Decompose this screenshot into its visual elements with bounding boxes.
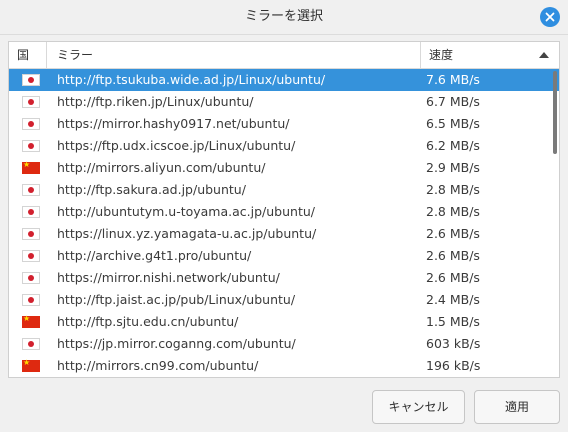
table-row[interactable]: http://ftp.riken.jp/Linux/ubuntu/6.7 MB/… xyxy=(9,91,559,113)
mirror-speed: 6.2 MB/s xyxy=(426,138,480,153)
mirror-url: http://ftp.tsukuba.wide.ad.jp/Linux/ubun… xyxy=(57,72,326,87)
country-cell xyxy=(22,267,40,289)
table-row[interactable]: https://mirror.nishi.network/ubuntu/2.6 … xyxy=(9,267,559,289)
column-header-speed-label: 速度 xyxy=(429,48,454,62)
sort-ascending-icon xyxy=(539,52,549,58)
flag-japan-icon xyxy=(22,74,40,86)
table-row[interactable]: http://mirrors.aliyun.com/ubuntu/2.9 MB/… xyxy=(9,157,559,179)
country-cell xyxy=(22,69,40,91)
mirror-url: http://mirrors.cn99.com/ubuntu/ xyxy=(57,358,259,373)
mirror-url: http://ubuntutym.u-toyama.ac.jp/ubuntu/ xyxy=(57,204,315,219)
mirror-url: http://ftp.sakura.ad.jp/ubuntu/ xyxy=(57,182,246,197)
country-cell xyxy=(22,201,40,223)
table-row[interactable]: http://ftp.sakura.ad.jp/ubuntu/2.8 MB/s xyxy=(9,179,559,201)
table-row[interactable]: http://mirrors.cn99.com/ubuntu/196 kB/s xyxy=(9,355,559,377)
column-header-mirror[interactable]: ミラー xyxy=(47,42,421,68)
flag-china-icon xyxy=(22,357,40,372)
title-bar: ミラーを選択 xyxy=(0,0,568,35)
flag-japan-icon xyxy=(22,96,40,108)
country-cell xyxy=(22,223,40,245)
table-header: 国 ミラー 速度 xyxy=(9,42,559,69)
country-cell xyxy=(22,113,40,135)
mirror-speed: 1.5 MB/s xyxy=(426,314,480,329)
mirror-speed: 2.9 MB/s xyxy=(426,160,480,175)
apply-button[interactable]: 適用 xyxy=(474,390,560,424)
mirror-speed: 2.8 MB/s xyxy=(426,182,480,197)
table-row[interactable]: https://jp.mirror.coganng.com/ubuntu/603… xyxy=(9,333,559,355)
table-row[interactable]: https://mirror.hashy0917.net/ubuntu/6.5 … xyxy=(9,113,559,135)
table-row[interactable]: http://archive.g4t1.pro/ubuntu/2.6 MB/s xyxy=(9,245,559,267)
flag-japan-icon xyxy=(22,272,40,284)
mirror-url: https://mirror.hashy0917.net/ubuntu/ xyxy=(57,116,290,131)
mirror-table: 国 ミラー 速度 http://ftp.tsukuba.wide.ad.jp/L… xyxy=(8,41,560,378)
flag-japan-icon xyxy=(22,206,40,218)
mirror-select-dialog: ミラーを選択 国 ミラー 速度 http://ftp.tsukuba.wide.… xyxy=(0,0,568,432)
table-row[interactable]: http://ftp.sjtu.edu.cn/ubuntu/1.5 MB/s xyxy=(9,311,559,333)
table-row[interactable]: https://ftp.udx.icscoe.jp/Linux/ubuntu/6… xyxy=(9,135,559,157)
flag-japan-icon xyxy=(22,118,40,130)
country-cell xyxy=(22,355,40,377)
flag-japan-icon xyxy=(22,184,40,196)
country-cell xyxy=(22,157,40,179)
country-cell xyxy=(22,91,40,113)
mirror-url: http://archive.g4t1.pro/ubuntu/ xyxy=(57,248,252,263)
flag-china-icon xyxy=(22,159,40,174)
close-button[interactable] xyxy=(540,7,560,27)
flag-japan-icon xyxy=(22,338,40,350)
mirror-url: http://ftp.sjtu.edu.cn/ubuntu/ xyxy=(57,314,239,329)
mirror-speed: 2.6 MB/s xyxy=(426,226,480,241)
table-row[interactable]: http://ubuntutym.u-toyama.ac.jp/ubuntu/2… xyxy=(9,201,559,223)
mirror-speed: 603 kB/s xyxy=(426,336,481,351)
mirror-speed: 2.6 MB/s xyxy=(426,270,480,285)
country-cell xyxy=(22,311,40,333)
cancel-button[interactable]: キャンセル xyxy=(372,390,465,424)
table-row[interactable]: http://ftp.tsukuba.wide.ad.jp/Linux/ubun… xyxy=(9,69,559,91)
scrollbar[interactable] xyxy=(553,71,557,154)
flag-japan-icon xyxy=(22,294,40,306)
flag-china-icon xyxy=(22,313,40,328)
flag-japan-icon xyxy=(22,250,40,262)
mirror-speed: 2.4 MB/s xyxy=(426,292,480,307)
mirror-speed: 6.5 MB/s xyxy=(426,116,480,131)
column-header-speed[interactable]: 速度 xyxy=(421,42,559,68)
flag-japan-icon xyxy=(22,228,40,240)
mirror-speed: 196 kB/s xyxy=(426,358,481,373)
table-body: http://ftp.tsukuba.wide.ad.jp/Linux/ubun… xyxy=(9,69,559,377)
mirror-url: https://linux.yz.yamagata-u.ac.jp/ubuntu… xyxy=(57,226,317,241)
country-cell xyxy=(22,179,40,201)
mirror-speed: 2.8 MB/s xyxy=(426,204,480,219)
country-cell xyxy=(22,333,40,355)
table-row[interactable]: https://linux.yz.yamagata-u.ac.jp/ubuntu… xyxy=(9,223,559,245)
mirror-url: http://mirrors.aliyun.com/ubuntu/ xyxy=(57,160,266,175)
mirror-url: http://ftp.riken.jp/Linux/ubuntu/ xyxy=(57,94,254,109)
mirror-url: https://ftp.udx.icscoe.jp/Linux/ubuntu/ xyxy=(57,138,296,153)
close-icon xyxy=(545,12,555,22)
mirror-url: https://jp.mirror.coganng.com/ubuntu/ xyxy=(57,336,296,351)
flag-japan-icon xyxy=(22,140,40,152)
mirror-speed: 6.7 MB/s xyxy=(426,94,480,109)
column-header-country[interactable]: 国 xyxy=(9,42,47,68)
country-cell xyxy=(22,135,40,157)
mirror-url: http://ftp.jaist.ac.jp/pub/Linux/ubuntu/ xyxy=(57,292,296,307)
country-cell xyxy=(22,245,40,267)
mirror-url: https://mirror.nishi.network/ubuntu/ xyxy=(57,270,280,285)
mirror-speed: 2.6 MB/s xyxy=(426,248,480,263)
dialog-title: ミラーを選択 xyxy=(244,9,323,24)
country-cell xyxy=(22,289,40,311)
mirror-speed: 7.6 MB/s xyxy=(426,72,480,87)
table-row[interactable]: http://ftp.jaist.ac.jp/pub/Linux/ubuntu/… xyxy=(9,289,559,311)
